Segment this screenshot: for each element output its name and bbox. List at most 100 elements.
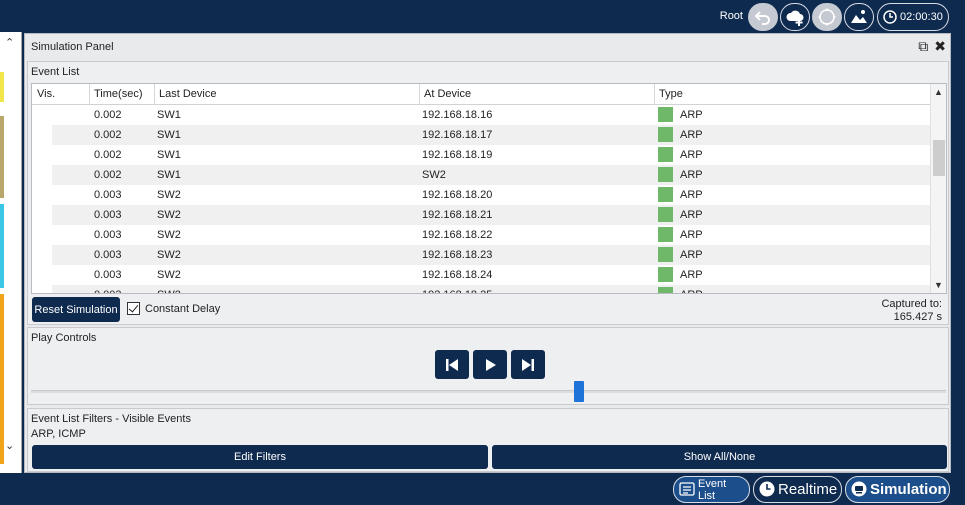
column-header-vis[interactable]: Vis. [37,88,55,100]
cell-at-device: 192.168.18.16 [422,109,493,121]
cell-time: 0.003 [94,209,122,221]
cell-at-device: 192.168.18.20 [422,189,493,201]
step-back-icon [446,358,458,371]
table-row[interactable]: 0.003 SW2 192.168.18.23 ARP [52,245,932,265]
realtime-mode-button[interactable]: Realtime [753,476,842,503]
cell-time: 0.003 [94,249,122,261]
table-row[interactable]: 0.002 SW1 192.168.18.16 ARP [52,105,932,125]
event-list-toggle-button[interactable]: Event List [673,476,750,503]
scroll-up-icon[interactable]: ▲ [934,87,943,97]
table-row[interactable]: 0.002 SW1 192.168.18.19 ARP [52,145,932,165]
event-list-table[interactable]: Vis. Time(sec) Last Device At Device Typ… [31,83,947,294]
checkbox-checked-icon[interactable] [127,302,140,315]
simulation-mode-label: Simulation [870,481,947,498]
cell-last-device: SW1 [157,169,181,181]
cell-at-device: SW2 [422,169,446,181]
chevron-up-icon[interactable]: ⌃ [5,36,14,49]
step-forward-button[interactable] [511,350,545,379]
table-row[interactable]: 0.003 SW2 192.168.18.21 ARP [52,205,932,225]
cell-type: ARP [680,249,703,261]
cell-time: 0.002 [94,109,122,121]
close-icon[interactable]: ✖ [934,38,946,54]
clock-icon [883,10,897,24]
cell-at-device: 192.168.18.21 [422,209,493,221]
cell-last-device: SW2 [157,189,181,201]
cell-time: 0.002 [94,129,122,141]
cell-time: 0.003 [94,229,122,241]
edit-filters-button[interactable]: Edit Filters [32,445,488,469]
captured-to-status: Captured to: 165.427 s [881,298,942,324]
type-color-swatch [658,267,673,282]
cloud-add-button[interactable] [780,3,810,31]
event-list-icon [679,482,695,496]
column-header-at-device[interactable]: At Device [424,88,471,100]
column-header-time[interactable]: Time(sec) [94,88,142,100]
event-list-toggle-label: Event List [698,477,727,502]
column-header-type[interactable]: Type [659,88,683,100]
cell-type: ARP [680,129,703,141]
cell-type: ARP [680,289,703,293]
left-side-strip[interactable]: ⌃ ⌄ [0,32,22,473]
cell-last-device: SW1 [157,149,181,161]
table-row[interactable]: 0.002 SW1 192.168.18.17 ARP [52,125,932,145]
type-color-swatch [658,247,673,262]
slider-thumb[interactable] [574,381,584,402]
cell-last-device: SW2 [157,209,181,221]
table-scrollbar[interactable]: ▲ ▼ [930,84,946,293]
play-controls-section: Play Controls [27,327,949,405]
simulation-mode-button[interactable]: Simulation [845,476,950,503]
restore-icon[interactable]: ⧉ [918,38,928,54]
move-button[interactable] [812,3,842,31]
play-button[interactable] [473,350,507,379]
type-color-swatch [658,167,673,182]
cell-type: ARP [680,209,703,221]
table-header: Vis. Time(sec) Last Device At Device Typ… [32,84,932,105]
chevron-down-icon[interactable]: ⌄ [5,439,14,452]
filters-label: Event List Filters - Visible Events [31,413,191,425]
cell-time: 0.002 [94,169,122,181]
cell-at-device: 192.168.18.25 [422,289,492,293]
move-icon [818,8,836,26]
cell-at-device: 192.168.18.17 [422,129,493,141]
table-row[interactable]: 0.003 SW2 192.168.18.24 ARP [52,265,932,285]
root-label[interactable]: Root [720,10,743,22]
cell-type: ARP [680,149,703,161]
show-all-none-button[interactable]: Show All/None [492,445,947,469]
captured-value: 165.427 s [893,311,942,323]
workspace-edge [0,116,4,198]
constant-delay-checkbox[interactable]: Constant Delay [127,302,220,315]
type-color-swatch [658,127,673,142]
cell-last-device: SW1 [157,109,181,121]
cell-time: 0.003 [94,289,122,293]
type-color-swatch [658,107,673,122]
cell-last-device: SW1 [157,129,181,141]
table-row[interactable]: 0.003 SW2 192.168.18.20 ARP [52,185,932,205]
scroll-down-icon[interactable]: ▼ [934,280,943,290]
play-buttons [435,350,545,379]
constant-delay-label: Constant Delay [145,302,221,315]
table-row[interactable]: 0.003 SW2 192.168.18.22 ARP [52,225,932,245]
table-row[interactable]: 0.003 SW2 192.168.18.25 ARP [52,285,932,293]
event-list-label: Event List [31,66,80,78]
reset-simulation-button[interactable]: Reset Simulation [32,297,120,322]
event-filters-section: Event List Filters - Visible Events ARP,… [27,408,949,472]
workspace-edge [0,294,4,464]
cell-at-device: 192.168.18.22 [422,229,493,241]
simulation-clock[interactable]: 02:00:30 [877,3,949,31]
undo-button[interactable] [748,3,778,31]
image-button[interactable] [844,3,874,31]
image-icon [851,10,867,23]
type-color-swatch [658,227,673,242]
cell-last-device: SW2 [157,289,181,293]
step-forward-icon [522,358,534,371]
scrollbar-thumb[interactable] [933,140,945,176]
cell-last-device: SW2 [157,269,181,281]
table-row[interactable]: 0.002 SW1 SW2 ARP [52,165,932,185]
playback-speed-slider[interactable] [31,390,946,393]
panel-title: Simulation Panel [31,41,114,53]
event-list-section: Event List Vis. Time(sec) Last Device At… [27,61,949,325]
cloud-add-icon [786,10,804,26]
bottom-toolbar: Event List Realtime Simulation [0,473,965,505]
column-header-last-device[interactable]: Last Device [159,88,216,100]
step-back-button[interactable] [435,350,469,379]
